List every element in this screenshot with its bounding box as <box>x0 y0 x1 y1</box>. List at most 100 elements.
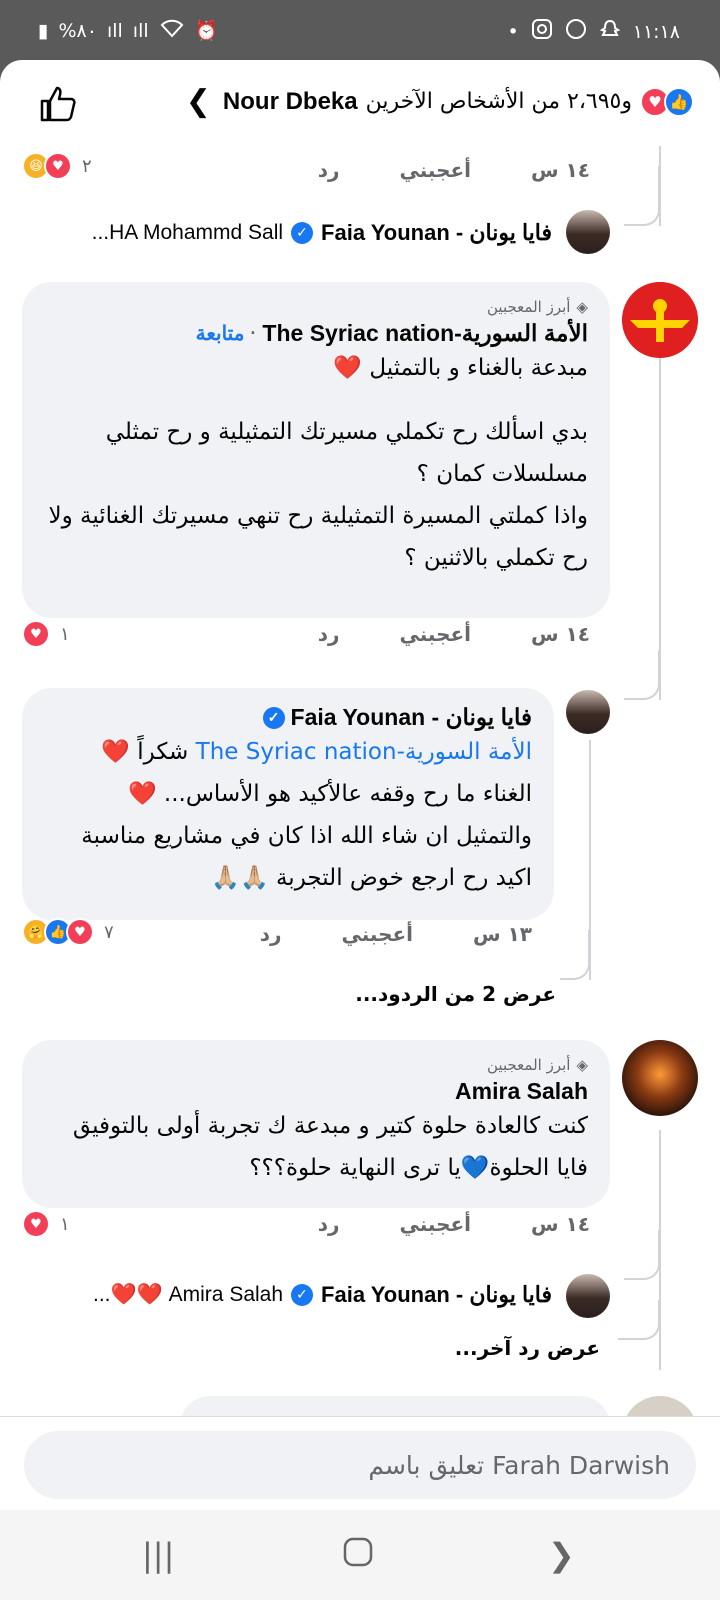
reaction-summary[interactable]: 🤗 👍 ♥ ٧ <box>22 918 114 946</box>
comments-sheet: ❮ Nour Dbeka و٢،٦٩٥ من الأشخاص الآخرين ♥… <box>0 60 720 1510</box>
comment-time: ١٣ س <box>473 922 532 946</box>
thread-connector <box>624 650 660 700</box>
comment-bubble[interactable]: ◈ أبرز المعجبين Amira Salah كنت كالعادة … <box>22 1040 610 1208</box>
separator-dot: · <box>250 323 257 343</box>
reply-author[interactable]: فايا يونان - Faia Younan <box>291 704 532 731</box>
verified-icon: ✓ <box>262 706 285 729</box>
reaction-count: ٢ <box>82 155 92 177</box>
view-more-replies[interactable]: عرض 2 من الردود... <box>355 982 556 1006</box>
battery-icon: ▮ <box>38 19 49 42</box>
diamond-icon: ◈ <box>576 1056 588 1074</box>
action-row: ١٤ س أعجبني رد <box>318 1212 590 1236</box>
comment-time: ١٤ س <box>531 1212 590 1236</box>
syriac-emblem-icon <box>622 282 698 358</box>
reply-text: الأمة السورية-The Syriac nation شكراً ❤️ <box>101 739 532 765</box>
status-left: ▮ %٨٠ ıll ıll ⏰ <box>38 18 218 43</box>
back-icon[interactable]: ❯ <box>548 1536 575 1574</box>
comment-text: واذا كملتي المسيرة التمثيلية رح تنهي مسي… <box>48 503 588 571</box>
top-fan-badge: ◈ أبرز المعجبين <box>487 298 588 316</box>
reactions-header: ❮ Nour Dbeka و٢،٦٩٥ من الأشخاص الآخرين ♥… <box>0 60 720 146</box>
reaction-summary[interactable]: ♥ ١ <box>22 1210 70 1238</box>
reply-button[interactable]: رد <box>318 158 340 182</box>
comment-input-placeholder: تعليق باسم Farah Darwish <box>368 1450 670 1480</box>
thread-connector <box>624 166 660 226</box>
signal-icon: ıll <box>106 19 123 42</box>
avatar[interactable] <box>566 1274 610 1318</box>
reply-button[interactable]: رد <box>318 1212 340 1236</box>
avatar[interactable] <box>622 1040 698 1116</box>
like-button[interactable]: أعجبني <box>400 622 472 646</box>
comment-time: ١٤ س <box>531 158 590 182</box>
composer-bar: تعليق باسم Farah Darwish <box>0 1416 720 1510</box>
comment-bubble[interactable]: ◈ أبرز المعجبين الأمة السورية-The Syriac… <box>22 282 610 618</box>
thread-connector <box>618 1300 660 1340</box>
snapchat-icon <box>599 18 621 45</box>
reply-text: الغناء ما رح وقفه عالأكيد هو الأساس... ❤… <box>127 781 532 807</box>
reaction-icons: ♥ 👍 <box>640 86 694 117</box>
messenger-icon <box>565 18 587 45</box>
signal-icon-2: ıll <box>132 19 149 42</box>
love-icon: ♥ <box>66 918 94 946</box>
follow-button[interactable]: متابعة <box>196 321 245 346</box>
view-more-replies[interactable]: عرض رد آخر... <box>455 1336 600 1360</box>
reaction-count: ١ <box>60 1213 70 1235</box>
reply-bubble[interactable]: فايا يونان - Faia Younan ✓ الأمة السورية… <box>22 688 554 920</box>
comment-author[interactable]: Amira Salah <box>455 1078 588 1105</box>
reply-button[interactable]: رد <box>318 622 340 646</box>
comment-time: ١٤ س <box>531 622 590 646</box>
reply-text-preview: HA Mohammd Sall... <box>91 221 284 244</box>
reaction-icons: 😆 ♥ <box>22 152 72 180</box>
verified-icon: ✓ <box>291 222 314 244</box>
wifi-icon <box>159 18 185 43</box>
reply-button[interactable]: رد <box>260 922 282 946</box>
reply-preview[interactable]: فايا يونان - Faia Younan ✓ HA Mohammd Sa… <box>92 220 552 246</box>
top-fan-badge: ◈ أبرز المعجبين <box>487 1056 588 1074</box>
header-name: Nour Dbeka <box>222 87 358 115</box>
comment-text: مبدعة بالغناء و بالتمثيل ❤️ <box>333 355 588 381</box>
love-icon: ♥ <box>22 620 50 648</box>
chevron-left-icon[interactable]: ❮ <box>186 84 211 119</box>
system-nav-bar: ||| ❯ <box>0 1510 720 1600</box>
avatar[interactable] <box>622 282 698 358</box>
reaction-summary[interactable]: ♥ ١ <box>22 620 70 648</box>
mention-link[interactable]: الأمة السورية-The Syriac nation <box>196 739 532 765</box>
avatar[interactable] <box>566 690 610 734</box>
reply-author: فايا يونان - Faia Younan <box>321 1282 552 1307</box>
reaction-summary[interactable]: 😆 ♥ ٢ <box>22 152 92 180</box>
status-bar: ▮ %٨٠ ıll ıll ⏰ • ١١:١٨ <box>0 0 720 60</box>
home-icon[interactable] <box>342 1536 374 1576</box>
avatar[interactable] <box>566 210 610 254</box>
dot-icon: • <box>507 20 519 43</box>
reaction-count: ٧ <box>104 921 114 943</box>
action-row: ١٤ س أعجبني رد <box>318 622 590 646</box>
reply-text-preview: Amira Salah ❤️❤️... <box>93 1283 284 1306</box>
action-row: ١٣ س أعجبني رد <box>260 922 532 946</box>
thread-connector <box>624 1230 660 1280</box>
recent-apps-icon[interactable]: ||| <box>142 1536 174 1574</box>
thread-line <box>659 350 661 700</box>
comment-text: بدي اسألك رح تكملي مسيرتك التمثيلية و رح… <box>105 419 588 487</box>
reply-preview[interactable]: فايا يونان - Faia Younan ✓ Amira Salah ❤… <box>93 1282 552 1308</box>
reply-author-line: فايا يونان - Faia Younan ✓ <box>44 704 532 731</box>
like-icon: 👍 <box>664 86 694 117</box>
battery-level: %٨٠ <box>58 19 97 42</box>
like-button[interactable]: أعجبني <box>342 922 414 946</box>
action-row: ١٤ س أعجبني رد <box>318 158 590 182</box>
love-icon: ♥ <box>44 152 72 180</box>
reply-author: فايا يونان - Faia Younan <box>321 220 552 245</box>
like-outline-icon[interactable] <box>38 84 78 124</box>
header-reactions-summary[interactable]: ❮ Nour Dbeka و٢،٦٩٥ من الأشخاص الآخرين ♥… <box>186 84 694 119</box>
like-button[interactable]: أعجبني <box>400 158 472 182</box>
comment-input[interactable]: تعليق باسم Farah Darwish <box>24 1431 696 1499</box>
love-icon: ♥ <box>22 1210 50 1238</box>
status-right: • ١١:١٨ <box>508 18 680 45</box>
reaction-icons: 🤗 👍 ♥ <box>22 918 94 946</box>
thread-connector <box>560 930 590 980</box>
header-reaction-count: و٢،٦٩٥ من الأشخاص الآخرين <box>365 89 632 114</box>
alarm-icon: ⏰ <box>194 20 219 42</box>
like-button[interactable]: أعجبني <box>400 1212 472 1236</box>
instagram-icon <box>531 18 553 45</box>
comment-author[interactable]: الأمة السورية-The Syriac nation <box>262 320 588 347</box>
comment-author-line: Amira Salah <box>44 1078 588 1105</box>
clock: ١١:١٨ <box>632 20 680 43</box>
